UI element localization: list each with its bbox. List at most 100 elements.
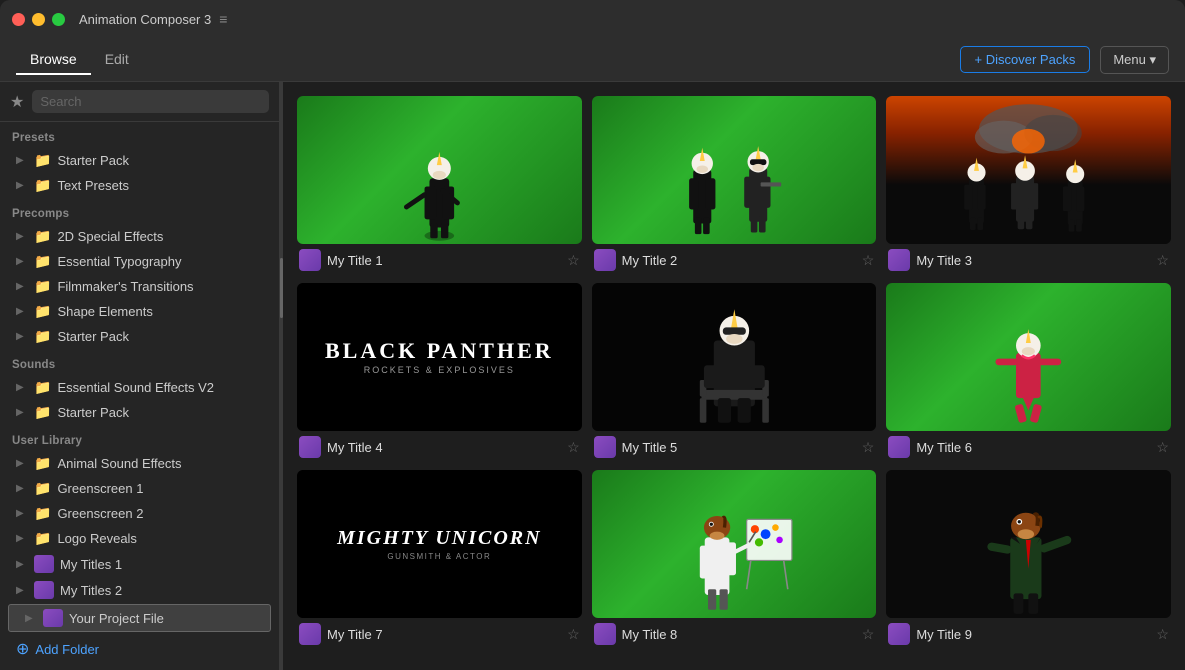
folder-icon: 📁	[34, 505, 51, 522]
item-meta-4: My Title 4 ☆	[297, 431, 582, 460]
sidebar-item-filmmakers-transitions[interactable]: ▶ 📁 Filmmaker's Transitions	[0, 274, 279, 299]
item-title-1: My Title 1	[327, 253, 561, 268]
folder-icon: 📁	[34, 455, 51, 472]
tab-edit[interactable]: Edit	[91, 45, 143, 75]
chevron-icon: ▶	[16, 533, 28, 544]
item-meta-9: My Title 9 ☆	[886, 618, 1171, 647]
item-favorite-4[interactable]: ☆	[567, 439, 580, 456]
close-button[interactable]	[12, 13, 25, 26]
chevron-icon: ▶	[16, 180, 28, 191]
item-favorite-9[interactable]: ☆	[1156, 626, 1169, 643]
minimize-button[interactable]	[32, 13, 45, 26]
sidebar-item-greenscreen-1[interactable]: ▶ 📁 Greenscreen 1	[0, 476, 279, 501]
sidebar-item-text-presets[interactable]: ▶ 📁 Text Presets	[0, 173, 279, 198]
sidebar: ★ Presets ▶ 📁 Starter Pack ▶ 📁 Text Pres…	[0, 82, 280, 670]
item-icon-1	[299, 249, 321, 271]
thumbnail-8	[592, 470, 877, 618]
item-meta-5: My Title 5 ☆	[592, 431, 877, 460]
grid-item-2[interactable]: My Title 2 ☆	[592, 96, 877, 273]
sidebar-item-label: Filmmaker's Transitions	[57, 279, 193, 294]
chevron-icon: ▶	[16, 155, 28, 166]
sidebar-item-label: 2D Special Effects	[57, 229, 163, 244]
add-folder-label: Add Folder	[35, 642, 99, 657]
tab-browse[interactable]: Browse	[16, 45, 91, 75]
add-folder-row[interactable]: ⊕ Add Folder	[0, 633, 279, 665]
sidebar-item-2d-special-effects[interactable]: ▶ 📁 2D Special Effects	[0, 224, 279, 249]
folder-icon: 📁	[34, 404, 51, 421]
grid-item-4[interactable]: BLACK PANTHER ROCKETS & EXPLOSIVES My Ti…	[297, 283, 582, 460]
sidebar-item-label: Essential Typography	[57, 254, 181, 269]
section-user-library: User Library	[0, 425, 279, 451]
sidebar-item-label: Essential Sound Effects V2	[57, 380, 214, 395]
sidebar-item-greenscreen-2[interactable]: ▶ 📁 Greenscreen 2	[0, 501, 279, 526]
grid-item-9[interactable]: My Title 9 ☆	[886, 470, 1171, 647]
sidebar-item-starter-pack-presets[interactable]: ▶ 📁 Starter Pack	[0, 148, 279, 173]
item-icon-9	[888, 623, 910, 645]
grid-item-6[interactable]: My Title 6 ☆	[886, 283, 1171, 460]
chevron-icon: ▶	[16, 559, 28, 570]
folder-icon: 📁	[34, 152, 51, 169]
item-favorite-2[interactable]: ☆	[862, 252, 875, 269]
sidebar-item-starter-pack-sounds[interactable]: ▶ 📁 Starter Pack	[0, 400, 279, 425]
hamburger-icon[interactable]: ≡	[219, 11, 227, 27]
preset-folder-icon	[43, 609, 63, 627]
search-input[interactable]	[32, 90, 269, 113]
sidebar-item-label: Starter Pack	[57, 405, 129, 420]
menu-button[interactable]: Menu ▾	[1100, 46, 1169, 74]
sidebar-item-starter-pack-precomps[interactable]: ▶ 📁 Starter Pack	[0, 324, 279, 349]
add-folder-icon: ⊕	[16, 639, 29, 659]
chevron-icon: ▶	[16, 483, 28, 494]
item-title-7: My Title 7	[327, 627, 561, 642]
chevron-icon: ▶	[16, 382, 28, 393]
sidebar-item-label: Starter Pack	[57, 329, 129, 344]
item-favorite-3[interactable]: ☆	[1156, 252, 1169, 269]
item-favorite-8[interactable]: ☆	[862, 626, 875, 643]
folder-icon: 📁	[34, 328, 51, 345]
sidebar-item-my-titles-2[interactable]: ▶ My Titles 2	[0, 577, 279, 603]
sidebar-item-logo-reveals[interactable]: ▶ 📁 Logo Reveals	[0, 526, 279, 551]
favorites-star-icon[interactable]: ★	[10, 92, 24, 112]
item-favorite-6[interactable]: ☆	[1156, 439, 1169, 456]
grid-item-5[interactable]: My Title 5 ☆	[592, 283, 877, 460]
item-meta-6: My Title 6 ☆	[886, 431, 1171, 460]
item-favorite-1[interactable]: ☆	[567, 252, 580, 269]
sidebar-item-label: My Titles 2	[60, 583, 122, 598]
thumbnail-4: BLACK PANTHER ROCKETS & EXPLOSIVES	[297, 283, 582, 431]
sidebar-item-label: Logo Reveals	[57, 531, 137, 546]
maximize-button[interactable]	[52, 13, 65, 26]
item-favorite-7[interactable]: ☆	[567, 626, 580, 643]
thumbnail-5	[592, 283, 877, 431]
content-area: My Title 1 ☆	[283, 82, 1185, 670]
item-icon-3	[888, 249, 910, 271]
sidebar-item-my-titles-1[interactable]: ▶ My Titles 1	[0, 551, 279, 577]
grid-item-1[interactable]: My Title 1 ☆	[297, 96, 582, 273]
grid-item-3[interactable]: My Title 3 ☆	[886, 96, 1171, 273]
sidebar-item-essential-sound-effects[interactable]: ▶ 📁 Essential Sound Effects V2	[0, 375, 279, 400]
chevron-icon: ▶	[16, 306, 28, 317]
section-sounds: Sounds	[0, 349, 279, 375]
folder-icon: 📁	[34, 379, 51, 396]
sidebar-item-essential-typography[interactable]: ▶ 📁 Essential Typography	[0, 249, 279, 274]
sidebar-item-label: Shape Elements	[57, 304, 152, 319]
main-layout: ★ Presets ▶ 📁 Starter Pack ▶ 📁 Text Pres…	[0, 82, 1185, 670]
grid-item-8[interactable]: My Title 8 ☆	[592, 470, 877, 647]
sidebar-item-shape-elements[interactable]: ▶ 📁 Shape Elements	[0, 299, 279, 324]
nav-right: + Discover Packs Menu ▾	[960, 46, 1169, 74]
grid-item-7[interactable]: MIGHTY UNICORN GUNSMITH & ACTOR My Title…	[297, 470, 582, 647]
thumbnail-3	[886, 96, 1171, 244]
thumbnail-7: MIGHTY UNICORN GUNSMITH & ACTOR	[297, 470, 582, 618]
sidebar-item-animal-sound-effects[interactable]: ▶ 📁 Animal Sound Effects	[0, 451, 279, 476]
section-presets: Presets	[0, 122, 279, 148]
folder-icon: 📁	[34, 177, 51, 194]
discover-packs-button[interactable]: + Discover Packs	[960, 46, 1091, 73]
item-title-3: My Title 3	[916, 253, 1150, 268]
item-meta-8: My Title 8 ☆	[592, 618, 877, 647]
thumbnail-6	[886, 283, 1171, 431]
item-meta-3: My Title 3 ☆	[886, 244, 1171, 273]
item-meta-2: My Title 2 ☆	[592, 244, 877, 273]
sidebar-item-label: Animal Sound Effects	[57, 456, 181, 471]
item-favorite-5[interactable]: ☆	[862, 439, 875, 456]
sidebar-item-your-project-file[interactable]: ▶ Your Project File	[8, 604, 271, 632]
item-title-2: My Title 2	[622, 253, 856, 268]
chevron-icon: ▶	[16, 231, 28, 242]
